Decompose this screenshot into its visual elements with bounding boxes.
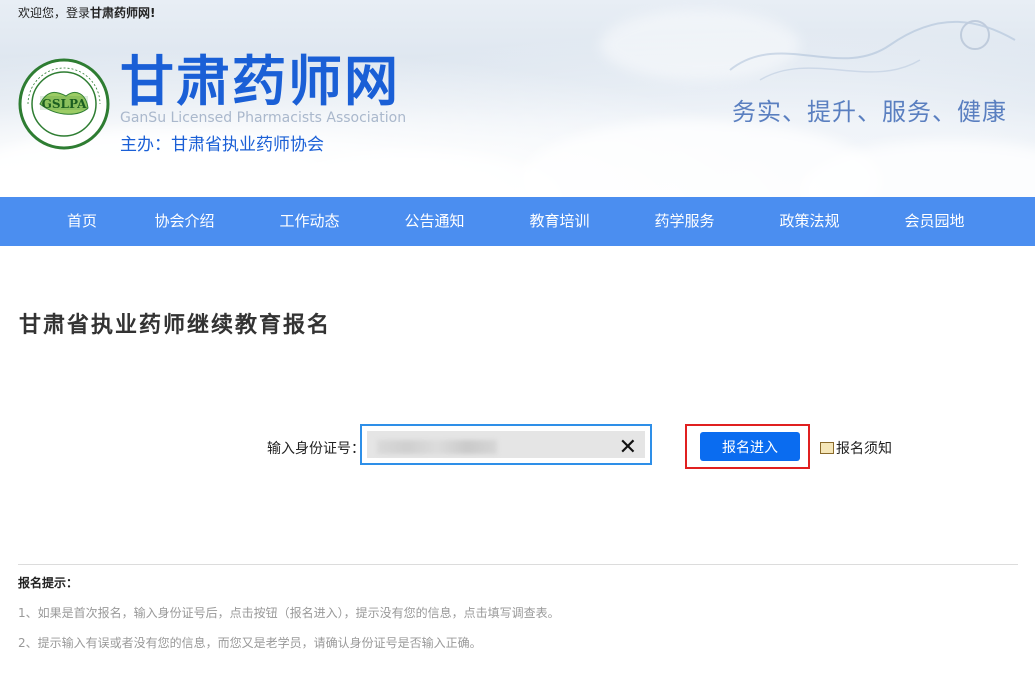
nav-item-pharmacy-service[interactable]: 药学服务 xyxy=(622,197,747,246)
enrollment-notice-label: 报名须知 xyxy=(836,441,892,457)
tips-title: 报名提示： xyxy=(18,576,79,590)
redacted-id-value xyxy=(377,440,497,454)
svg-text:GSLPA: GSLPA xyxy=(42,97,88,111)
id-number-input[interactable]: ✕ xyxy=(360,424,652,465)
site-english-name: GanSu Licensed Pharmacists Association xyxy=(120,110,407,126)
nav-item-members[interactable]: 会员园地 xyxy=(872,197,997,246)
nav-item-education[interactable]: 教育培训 xyxy=(497,197,622,246)
divider xyxy=(18,564,1018,565)
id-number-field[interactable]: ✕ xyxy=(367,431,645,459)
clear-input-icon[interactable]: ✕ xyxy=(619,437,637,459)
id-number-label: 输入身份证号： xyxy=(267,441,365,457)
nav-item-announcements[interactable]: 公告通知 xyxy=(372,197,497,246)
site-host: 主办：甘肃省执业药师协会 xyxy=(120,135,324,155)
enroll-enter-button[interactable]: 报名进入 xyxy=(700,432,800,461)
flying-apsara-decoration xyxy=(729,20,1016,81)
main-nav: 首页 协会介绍 工作动态 公告通知 教育培训 药学服务 政策法规 会员园地 xyxy=(0,197,1035,246)
submit-button-highlight: 报名进入 xyxy=(685,424,810,469)
association-logo-icon: GSLPA xyxy=(18,58,110,150)
nav-item-home[interactable]: 首页 xyxy=(42,197,122,246)
tip-item: 1、如果是首次报名，输入身份证号后，点击按钮（报名进入），提示没有您的信息，点击… xyxy=(18,606,560,620)
enrollment-notice-link[interactable]: 报名须知 xyxy=(820,438,892,458)
header-banner: 欢迎您，登录甘肃药师网! GSLPA 甘肃药师网 GanSu Licensed … xyxy=(0,0,1035,197)
nav-item-policy[interactable]: 政策法规 xyxy=(747,197,872,246)
site-title: 甘肃药师网 xyxy=(120,50,400,113)
nav-item-news[interactable]: 工作动态 xyxy=(247,197,372,246)
welcome-text: 欢迎您，登录甘肃药师网! xyxy=(18,6,156,20)
tip-item: 2、提示输入有误或者没有您的信息，而您又是老学员，请确认身份证号是否输入正确。 xyxy=(18,636,482,650)
slogan: 务实、提升、服务、健康 xyxy=(732,98,1007,126)
nav-item-about[interactable]: 协会介绍 xyxy=(122,197,247,246)
book-icon xyxy=(820,442,834,454)
page-title: 甘肃省执业药师继续教育报名 xyxy=(19,312,332,338)
